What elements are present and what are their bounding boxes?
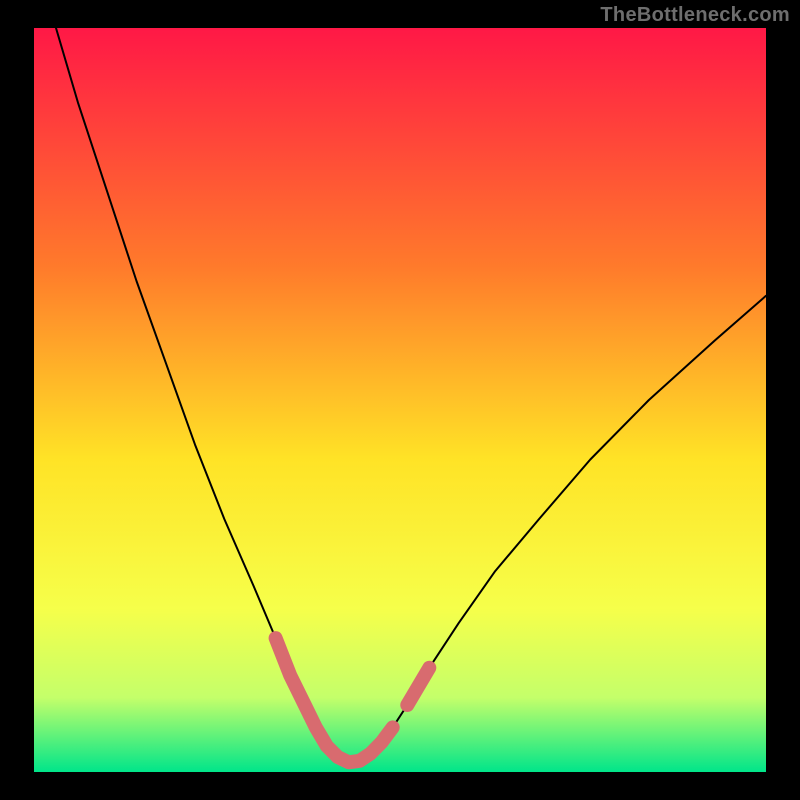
watermark-text: TheBottleneck.com (600, 4, 790, 27)
bottleneck-chart (0, 0, 800, 800)
gradient-background (34, 28, 766, 772)
chart-frame: TheBottleneck.com (0, 0, 800, 800)
